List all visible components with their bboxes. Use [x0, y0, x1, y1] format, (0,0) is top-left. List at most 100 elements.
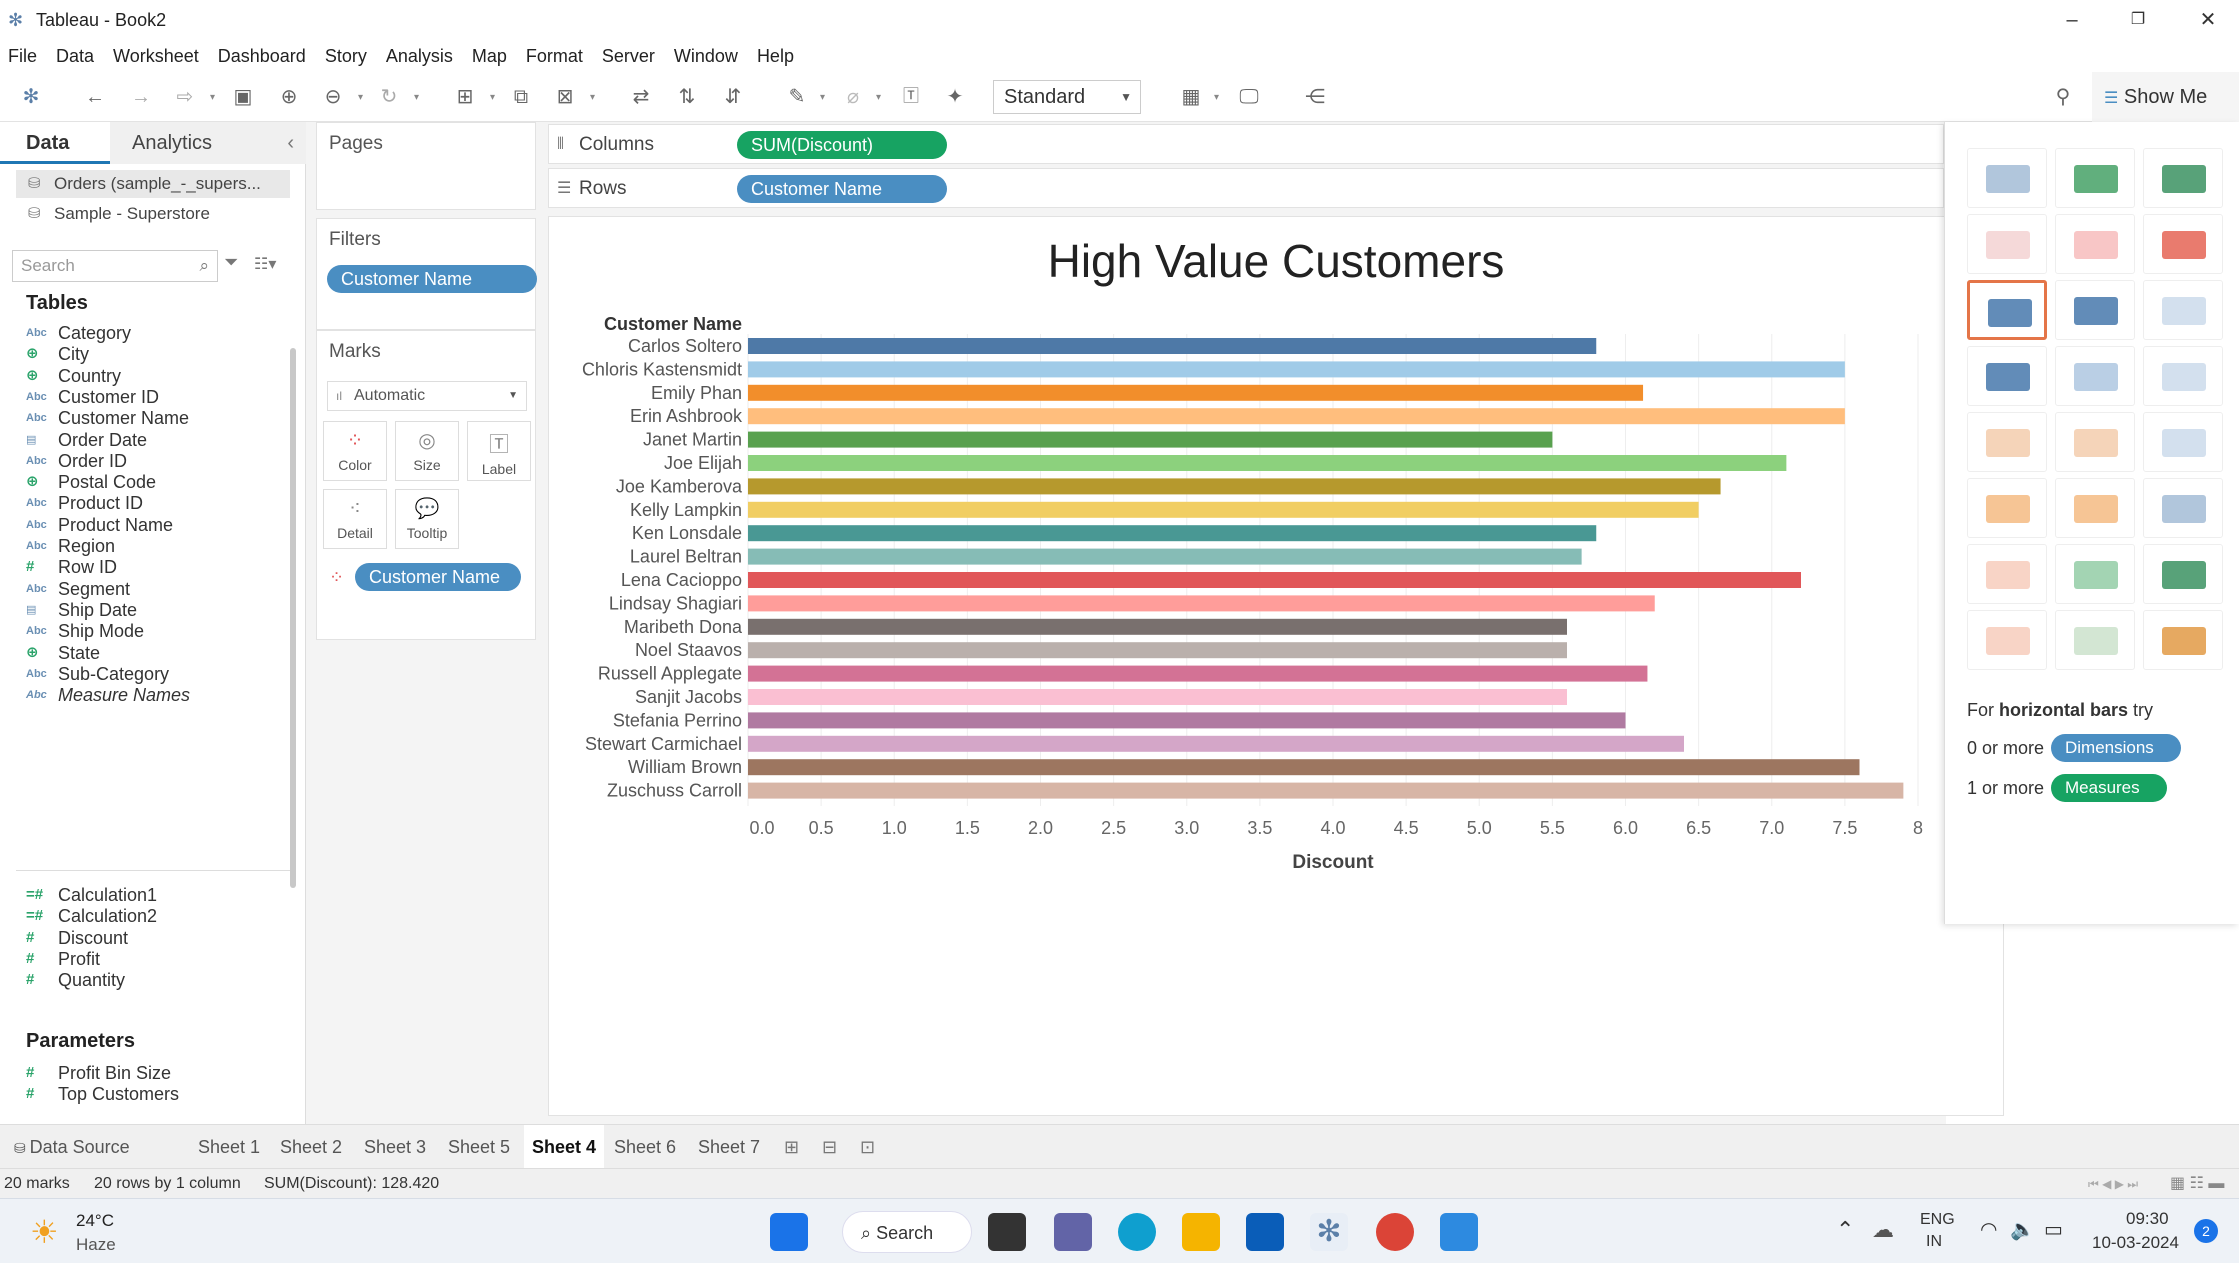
show-me-area-continuous-icon[interactable] [1967, 478, 2047, 538]
menu-server[interactable]: Server [602, 46, 655, 67]
bar[interactable] [748, 782, 1904, 799]
datasource-superstore[interactable]: ⛁ Sample - Superstore [16, 200, 290, 228]
field-calculation2[interactable]: =# Calculation2 [0, 905, 290, 927]
view-grid-icon[interactable]: ▦ ☷ ▬ [2170, 1169, 2224, 1199]
highlight-icon[interactable]: ✎ [784, 84, 810, 110]
size-button[interactable]: ◎ Size [395, 421, 459, 481]
tab-sheet-2[interactable]: Sheet 2 [272, 1125, 350, 1169]
bar[interactable] [748, 735, 1684, 752]
cards-dropdown-icon[interactable]: ▾ [1214, 92, 1224, 103]
field-state[interactable]: ⊕ State [0, 642, 290, 664]
field-order-id[interactable]: Abc Order ID [0, 450, 290, 472]
show-me-dual-combination-icon[interactable] [2143, 478, 2223, 538]
show-me-symbol-map-icon[interactable] [1967, 214, 2047, 274]
menu-analysis[interactable]: Analysis [386, 46, 453, 67]
undo-icon[interactable]: ← [82, 84, 108, 110]
share-icon[interactable]: ⋲ [1302, 84, 1328, 110]
tab-sheet-5[interactable]: Sheet 5 [440, 1125, 518, 1169]
bar[interactable] [748, 759, 1860, 776]
menu-file[interactable]: File [8, 46, 37, 67]
presentation-mode-icon[interactable]: 🖵 [1236, 84, 1262, 110]
menu-window[interactable]: Window [674, 46, 738, 67]
sort-descending-icon[interactable]: ⇵ [720, 84, 746, 110]
tooltip-button[interactable]: 💬 Tooltip [395, 489, 459, 549]
bar[interactable] [748, 455, 1787, 471]
bar[interactable] [748, 572, 1801, 588]
menu-help[interactable]: Help [757, 46, 794, 67]
bar[interactable] [748, 431, 1553, 448]
menu-story[interactable]: Story [325, 46, 367, 67]
menu-worksheet[interactable]: Worksheet [113, 46, 199, 67]
volume-icon[interactable]: 🔈 [2010, 1217, 2035, 1242]
filter-icon[interactable]: ⏷ [224, 252, 238, 273]
new-worksheet-dropdown-icon[interactable]: ▾ [490, 92, 500, 103]
duplicate-sheet-icon[interactable]: ⧉ [508, 84, 534, 110]
field-ship-mode[interactable]: Abc Ship Mode [0, 620, 290, 642]
bar-chart[interactable]: 0.0 0.5 1.0 1.5 2.0 2.5 3.0 3.5 4.0 4.5 5.0 5.5 6.0 6… [548, 290, 1938, 880]
columns-pill-sum-discount[interactable]: SUM(Discount) [737, 131, 947, 159]
swap-rows-columns-icon[interactable]: ⇄ [628, 84, 654, 110]
bar[interactable] [748, 501, 1699, 518]
field-product-id[interactable]: Abc Product ID [0, 492, 290, 514]
bar[interactable] [748, 642, 1567, 659]
highlight-dropdown-icon[interactable]: ▾ [820, 92, 830, 103]
bar[interactable] [748, 618, 1567, 635]
pause-dropdown-icon[interactable]: ▾ [358, 92, 368, 103]
task-view-icon[interactable] [988, 1213, 1026, 1251]
clear-dropdown-icon[interactable]: ▾ [590, 92, 600, 103]
menu-map[interactable]: Map [472, 46, 507, 67]
chrome-icon[interactable] [1376, 1213, 1414, 1251]
bar[interactable] [748, 384, 1644, 401]
store-icon[interactable] [1246, 1213, 1284, 1251]
data-pane-scrollbar[interactable] [290, 348, 296, 888]
bar[interactable] [748, 595, 1655, 612]
taskbar-search[interactable]: ⌕ Search [842, 1211, 972, 1253]
clear-sheet-icon[interactable]: ⊠ [552, 84, 578, 110]
tab-sheet-3[interactable]: Sheet 3 [356, 1125, 434, 1169]
show-me-bullet-graph-icon[interactable] [2055, 610, 2135, 670]
tab-sheet-4[interactable]: Sheet 4 [524, 1125, 605, 1169]
menu-format[interactable]: Format [526, 46, 583, 67]
field-calculation1[interactable]: =# Calculation1 [0, 884, 290, 906]
show-mark-labels-icon[interactable]: 🅃 [898, 84, 924, 110]
chevron-up-icon[interactable]: ⌃ [1836, 1217, 1854, 1243]
weather-icon[interactable]: ☀ [30, 1213, 59, 1251]
fix-axes-icon[interactable]: ✦ [942, 84, 968, 110]
field-segment[interactable]: Abc Segment [0, 578, 290, 600]
bar[interactable] [748, 689, 1567, 705]
bar[interactable] [748, 525, 1597, 542]
show-me-heat-map-icon[interactable] [2055, 148, 2135, 208]
field-customer-id[interactable]: Abc Customer ID [0, 386, 290, 408]
sheet-nav-icons[interactable]: ⏮ ◀ ▶ ⏭ [2088, 1169, 2138, 1199]
new-worksheet-icon[interactable]: ⊞ [452, 84, 478, 110]
show-me-text-table-icon[interactable] [1967, 148, 2047, 208]
field-city[interactable]: ⊕ City [0, 343, 290, 365]
rows-pill-customer-name[interactable]: Customer Name [737, 175, 947, 203]
field-measure-names[interactable]: Abc Measure Names [0, 684, 290, 706]
pin-icon[interactable]: ⚲ [2050, 84, 2076, 110]
minimize-button[interactable]: – [2048, 6, 2096, 34]
filter-pill-customer-name[interactable]: Customer Name [327, 265, 537, 293]
field-country[interactable]: ⊕ Country [0, 365, 290, 387]
tab-sheet-7[interactable]: Sheet 7 [690, 1125, 768, 1169]
view-options-icon[interactable]: ☷▾ [254, 254, 276, 274]
label-button[interactable]: 🅃 Label [467, 421, 531, 481]
refresh-icon[interactable]: ↻ [376, 84, 402, 110]
show-me-highlight-table-icon[interactable] [2143, 148, 2223, 208]
tab-sheet-6[interactable]: Sheet 6 [606, 1125, 684, 1169]
tableau-taskbar-icon[interactable]: ✻ [1310, 1213, 1348, 1251]
restore-button[interactable]: ❐ [2114, 6, 2162, 34]
bar[interactable] [748, 338, 1597, 354]
show-me-histogram-icon[interactable] [2055, 544, 2135, 604]
field-top-customers[interactable]: # Top Customers [0, 1083, 290, 1105]
show-me-box-and-whisker-icon[interactable] [2143, 544, 2223, 604]
notification-badge[interactable]: 2 [2194, 1219, 2218, 1243]
show-me-circle-view-icon[interactable] [2055, 346, 2135, 406]
show-me-area-discrete-icon[interactable] [2055, 478, 2135, 538]
clock-time[interactable]: 09:30 [2126, 1209, 2169, 1229]
group-members-icon[interactable]: ⌀ [840, 84, 866, 110]
field-row-id[interactable]: # Row ID [0, 556, 290, 578]
bar[interactable] [748, 408, 1845, 425]
show-me-side-by-side-circles-icon[interactable] [2143, 346, 2223, 406]
pause-updates-icon[interactable]: ⊖ [320, 84, 346, 110]
